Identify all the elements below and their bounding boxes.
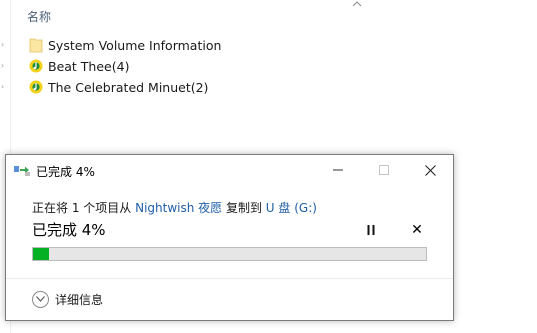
expand-arrow-icon[interactable]: › (1, 83, 6, 91)
file-row[interactable]: System Volume Information (29, 35, 221, 55)
source-link[interactable]: Nightwish 夜愿 (135, 201, 222, 215)
dialog-title: 已完成 4% (36, 165, 95, 179)
minimize-icon (333, 169, 343, 171)
chevron-down-icon (32, 290, 49, 308)
file-name: Beat Thee(4) (48, 58, 130, 74)
expand-arrow-icon[interactable]: › (1, 41, 6, 49)
progress-label: 已完成 4% (32, 221, 106, 239)
column-header-name[interactable]: 名称 (27, 8, 51, 25)
file-row[interactable]: The Celebrated Minuet(2) (29, 77, 208, 97)
details-label: 详细信息 (55, 292, 104, 307)
file-name: System Volume Information (48, 37, 222, 53)
maximize-icon (379, 165, 389, 175)
copy-description: 正在将 1 个项目从 Nightwish 夜愿 复制到 U 盘 (G:) (32, 199, 317, 216)
pause-icon (367, 225, 375, 235)
destination-link[interactable]: U 盘 (G:) (266, 201, 317, 215)
more-details-toggle[interactable]: 详细信息 (32, 289, 103, 309)
progress-bar (32, 247, 427, 261)
file-row[interactable]: Beat Thee(4) (29, 56, 129, 76)
divider (6, 278, 453, 279)
close-icon (424, 164, 436, 176)
audio-file-icon (29, 58, 43, 74)
cancel-button[interactable]: ✕ (408, 221, 426, 239)
audio-file-icon (29, 79, 43, 95)
progress-fill (33, 248, 49, 260)
copy-progress-dialog: 已完成 4% 正在将 1 个项目从 Nightwish 夜愿 复制到 U 盘 (… (5, 154, 454, 321)
copy-transfer-icon (14, 166, 30, 176)
dialog-titlebar[interactable]: 已完成 4% (6, 155, 453, 186)
expand-arrow-icon[interactable]: › (1, 62, 6, 70)
minimize-button[interactable] (315, 155, 361, 185)
folder-icon (29, 37, 43, 53)
desc-middle: 复制到 (222, 201, 266, 215)
pause-button[interactable] (362, 221, 380, 239)
desc-prefix: 正在将 1 个项目从 (32, 201, 136, 215)
file-name: The Celebrated Minuet(2) (48, 79, 209, 95)
sort-chevron-icon[interactable] (352, 0, 362, 8)
maximize-button (361, 155, 407, 185)
close-button[interactable] (407, 155, 453, 185)
